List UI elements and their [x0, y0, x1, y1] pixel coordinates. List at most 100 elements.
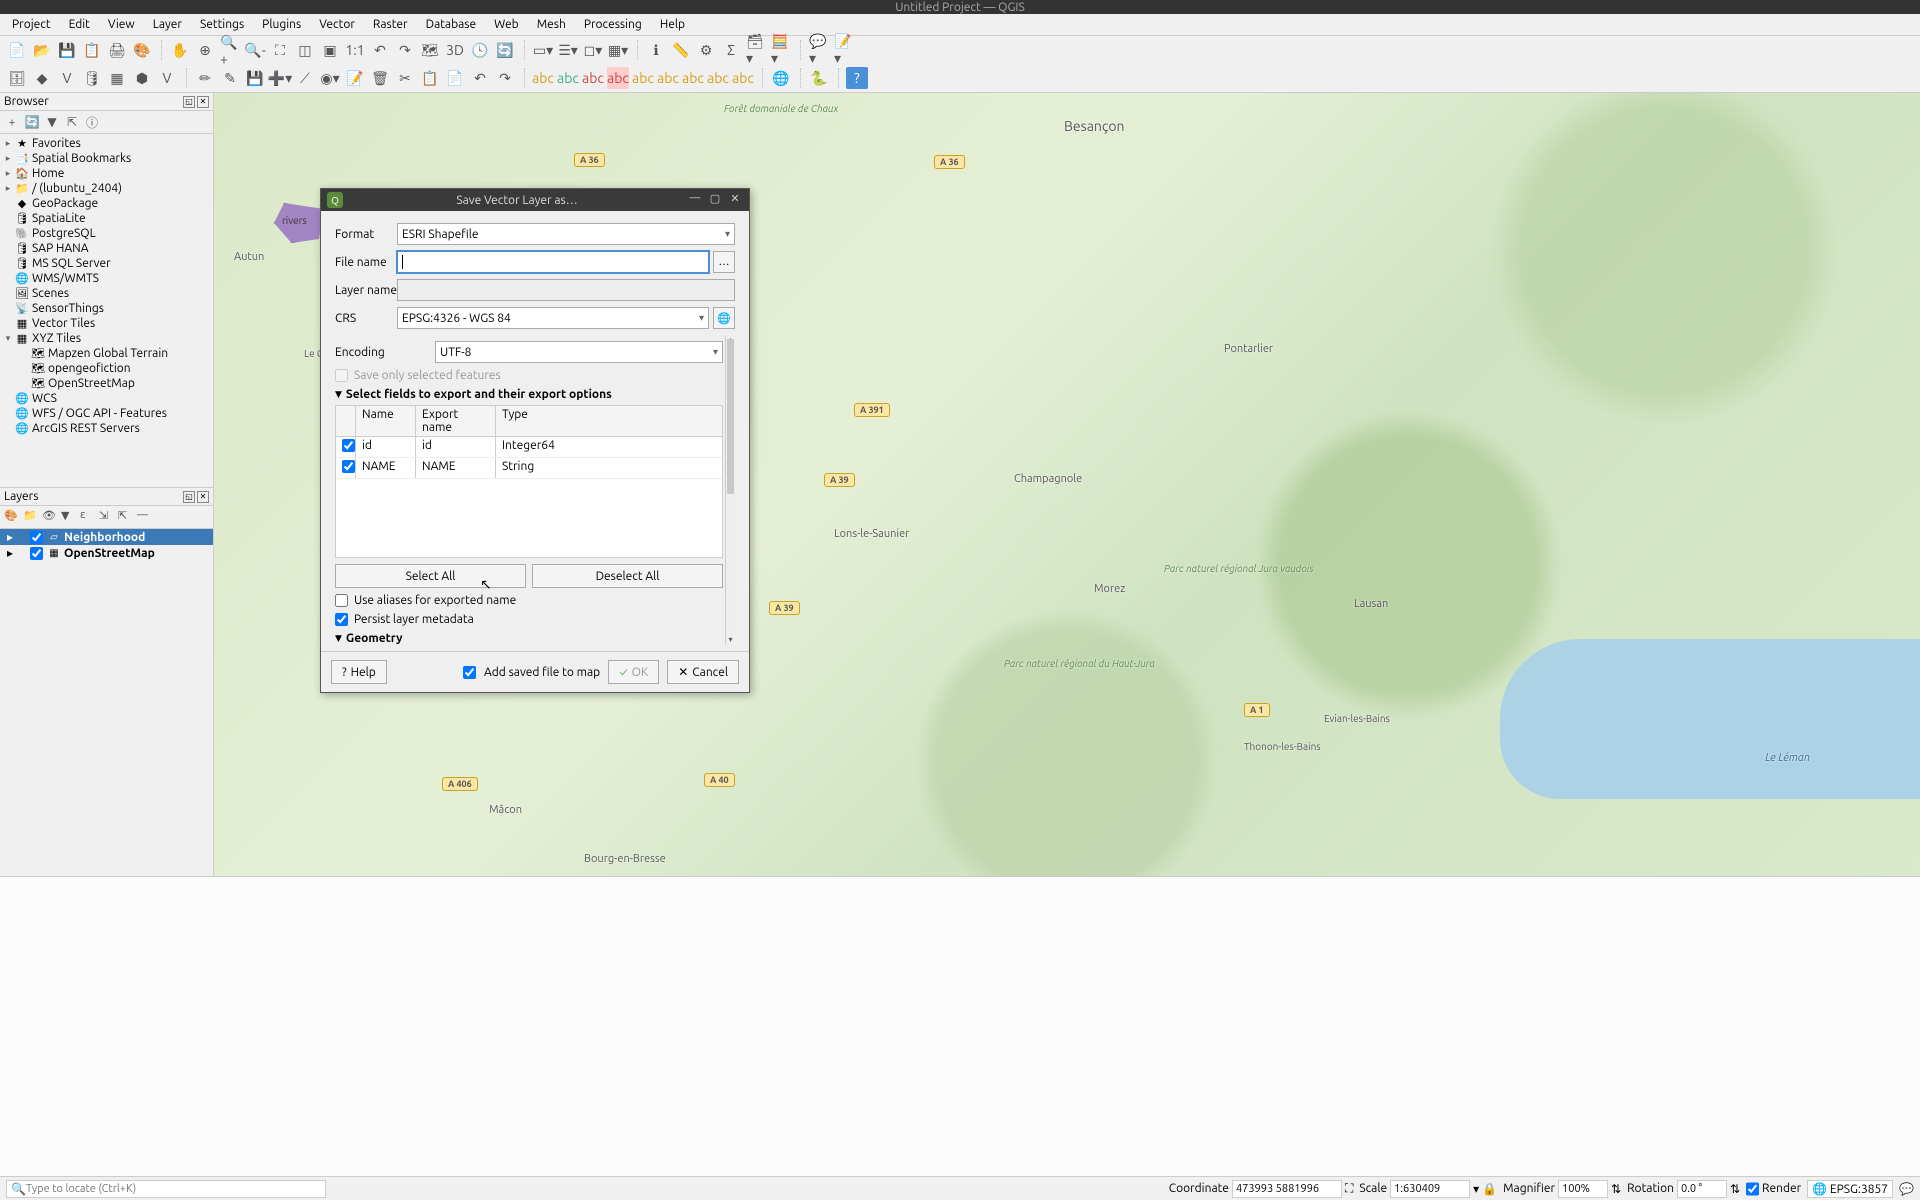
zoom-in-icon[interactable]: 🔍+ — [219, 39, 241, 61]
messages-icon[interactable]: 💬 — [1899, 1182, 1914, 1196]
panel-close-icon[interactable]: ✕ — [197, 96, 209, 108]
metasearch-icon[interactable]: 🌐 — [770, 67, 792, 89]
crs-select-button[interactable]: 🌐 — [713, 307, 735, 329]
label-move-icon[interactable]: abc — [682, 67, 704, 89]
help-icon[interactable]: ? — [846, 67, 868, 89]
save-project-icon[interactable]: 💾 — [56, 39, 78, 61]
browser-item[interactable]: 🛢MS SQL Server — [0, 256, 213, 271]
new-spatialite-icon[interactable]: 🛢 — [81, 67, 103, 89]
edit-multi-icon[interactable]: ✎ — [219, 67, 241, 89]
field-calc-icon[interactable]: 🧮▾ — [770, 39, 792, 61]
browser-item[interactable]: ▸🏠Home — [0, 166, 213, 181]
modify-attrs-icon[interactable]: 📝 — [344, 67, 366, 89]
save-as-icon[interactable]: 📋 — [81, 39, 103, 61]
label-rotate-icon[interactable]: abc — [707, 67, 729, 89]
delete-selected-icon[interactable]: 🗑 — [369, 67, 391, 89]
layer-expand-icon[interactable]: ⇲ — [99, 509, 115, 525]
python-console-icon[interactable]: 🐍 — [808, 67, 830, 89]
new-map-view-icon[interactable]: 🗺 — [419, 39, 441, 61]
browser-collapse-icon[interactable]: ⇱ — [64, 114, 80, 130]
menu-plugins[interactable]: Plugins — [254, 16, 309, 33]
browser-item[interactable]: 🖼Scenes — [0, 286, 213, 301]
add-feature-icon[interactable]: ➕▾ — [269, 67, 291, 89]
undo-icon[interactable]: ↶ — [469, 67, 491, 89]
print-layout-icon[interactable]: 🖨 — [106, 39, 128, 61]
zoom-native-icon[interactable]: 1:1 — [344, 39, 366, 61]
field-row[interactable]: ididInteger64 — [336, 437, 722, 458]
menu-layer[interactable]: Layer — [145, 16, 190, 33]
format-combo[interactable]: ESRI Shapefile — [397, 223, 735, 245]
layer-add-group-icon[interactable]: 📁 — [23, 509, 39, 525]
panel-detach-icon[interactable]: ◱ — [183, 96, 195, 108]
maximize-icon[interactable]: ▢ — [707, 192, 723, 208]
layer-visibility-icon[interactable]: 👁 — [42, 509, 58, 525]
extents-icon[interactable]: ⛶ — [1345, 1182, 1353, 1196]
zoom-full-icon[interactable]: ⛶ — [269, 39, 291, 61]
new-gpu-icon[interactable]: ⬢ — [131, 67, 153, 89]
style-manager-icon[interactable]: 🎨 — [131, 39, 153, 61]
fields-section-header[interactable]: ▼Select fields to export and their expor… — [335, 388, 723, 401]
new-project-icon[interactable]: 📄 — [6, 39, 28, 61]
zoom-selection-icon[interactable]: ◫ — [294, 39, 316, 61]
use-aliases-checkbox[interactable] — [335, 594, 348, 607]
browser-item[interactable]: ▸📑Spatial Bookmarks — [0, 151, 213, 166]
browser-add-icon[interactable]: + — [4, 114, 20, 130]
menu-settings[interactable]: Settings — [192, 16, 252, 33]
help-button[interactable]: ?Help — [331, 660, 387, 684]
no-label-icon[interactable]: abc — [607, 67, 629, 89]
refresh-icon[interactable]: 🔄 — [494, 39, 516, 61]
new-3d-view-icon[interactable]: 3D — [444, 39, 466, 61]
pan-icon[interactable]: ✋ — [169, 39, 191, 61]
select-all-icon[interactable]: ▦▾ — [607, 39, 629, 61]
map-tips-icon[interactable]: 💬▾ — [808, 39, 830, 61]
geometry-section-header[interactable]: ▼Geometry — [335, 632, 723, 645]
menu-raster[interactable]: Raster — [365, 16, 416, 33]
browse-button[interactable]: … — [713, 251, 735, 273]
deselect-icon[interactable]: ◻▾ — [582, 39, 604, 61]
new-shapefile-icon[interactable]: V — [56, 67, 78, 89]
layer-remove-icon[interactable]: — — [137, 509, 153, 525]
menu-web[interactable]: Web — [486, 16, 527, 33]
browser-item[interactable]: ◆GeoPackage — [0, 196, 213, 211]
toolbox-icon[interactable]: ⚙ — [695, 39, 717, 61]
locator-input[interactable] — [26, 1183, 321, 1195]
layer-row[interactable]: ▸▱Neighborhood — [0, 529, 213, 545]
layers-list[interactable]: ▸▱Neighborhood▸▦OpenStreetMap — [0, 529, 213, 561]
temporal-icon[interactable]: 🕓 — [469, 39, 491, 61]
close-icon[interactable]: ✕ — [727, 192, 743, 208]
add-saved-checkbox[interactable] — [463, 666, 476, 679]
browser-item[interactable]: 🌐WCS — [0, 391, 213, 406]
zoom-last-icon[interactable]: ↶ — [369, 39, 391, 61]
rotation-value[interactable] — [1677, 1180, 1727, 1198]
magnifier-value[interactable] — [1558, 1180, 1608, 1198]
spinner-icon[interactable]: ⇅ — [1611, 1182, 1621, 1196]
panel-close-icon[interactable]: ✕ — [197, 491, 209, 503]
layer-filter-icon[interactable]: ▼ — [61, 509, 77, 525]
menu-project[interactable]: Project — [4, 16, 59, 33]
stats-icon[interactable]: Σ — [720, 39, 742, 61]
browser-item[interactable]: 🛢SAP HANA — [0, 241, 213, 256]
deselect-all-button[interactable]: Deselect All — [532, 564, 723, 588]
label-icon[interactable]: abc — [532, 67, 554, 89]
label-pin-icon[interactable]: abc — [632, 67, 654, 89]
browser-item[interactable]: ▦Vector Tiles — [0, 316, 213, 331]
browser-item[interactable]: 📡SensorThings — [0, 301, 213, 316]
zoom-next-icon[interactable]: ↷ — [394, 39, 416, 61]
label-change-icon[interactable]: abc — [732, 67, 754, 89]
new-geopackage-icon[interactable]: ◆ — [31, 67, 53, 89]
label-rule-icon[interactable]: abc — [557, 67, 579, 89]
attribute-table-icon[interactable]: 🗃▾ — [745, 39, 767, 61]
annotation-icon[interactable]: 📝▾ — [833, 39, 855, 61]
browser-item[interactable]: 🌐WFS / OGC API - Features — [0, 406, 213, 421]
encoding-combo[interactable]: UTF-8 — [435, 341, 723, 363]
browser-item[interactable]: 🛢SpatiaLite — [0, 211, 213, 226]
browser-item[interactable]: 🗺OpenStreetMap — [0, 376, 213, 391]
browser-item[interactable]: ▸★Favorites — [0, 136, 213, 151]
filename-input[interactable] — [397, 251, 709, 273]
layer-row[interactable]: ▸▦OpenStreetMap — [0, 545, 213, 561]
new-virtual-icon[interactable]: V — [156, 67, 178, 89]
browser-item[interactable]: ▾▦XYZ Tiles — [0, 331, 213, 346]
crs-combo[interactable]: EPSG:4326 - WGS 84 — [397, 307, 709, 329]
menu-help[interactable]: Help — [652, 16, 693, 33]
layer-expr-icon[interactable]: ε — [80, 509, 96, 525]
